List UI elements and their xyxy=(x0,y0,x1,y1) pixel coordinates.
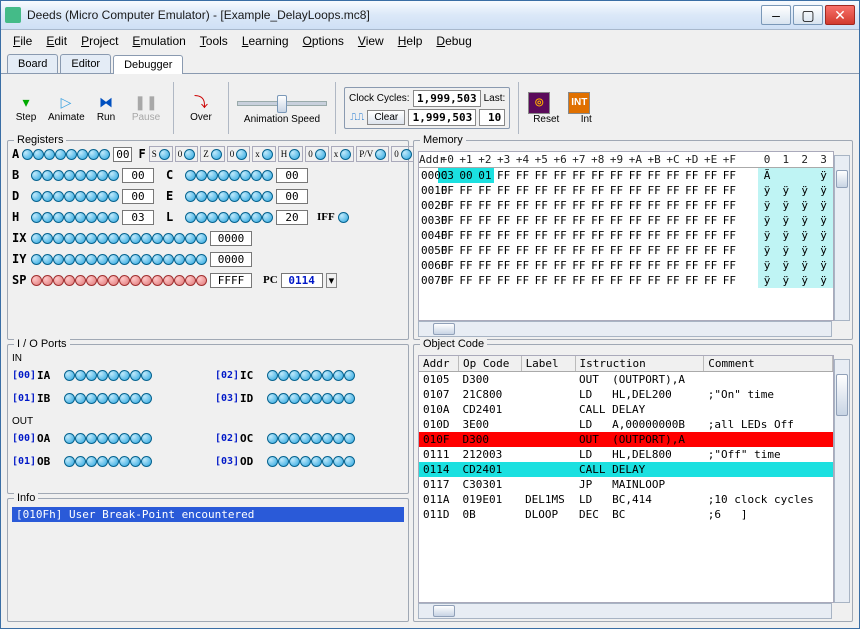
sp-value[interactable]: FFFF xyxy=(210,273,252,288)
pc-value[interactable]: 0114 xyxy=(281,273,323,288)
menu-options[interactable]: Options xyxy=(297,32,350,50)
menu-learning[interactable]: Learning xyxy=(236,32,295,50)
code-row[interactable]: 0111212003LD HL,DEL800;"Off" time xyxy=(419,447,833,462)
object-code-panel: Object Code AddrOp CodeLabelIstructionCo… xyxy=(413,344,853,622)
minimize-button[interactable]: – xyxy=(761,5,791,25)
menu-edit[interactable]: Edit xyxy=(40,32,73,50)
animate-button[interactable]: ▷Animate xyxy=(47,91,85,126)
code-row[interactable]: 011D0BDLOOPDEC BC;6 ] xyxy=(419,507,833,522)
tabbar: BoardEditorDebugger xyxy=(1,52,859,73)
io-port-row: [01] OB xyxy=(12,451,201,471)
memory-vscroll[interactable] xyxy=(834,155,850,321)
io-port-row: [00] IA xyxy=(12,365,201,385)
run-button[interactable]: ⧓Run xyxy=(87,91,125,126)
info-panel: Info [010Fh] User Break-Point encountere… xyxy=(7,498,409,622)
reg-B-value[interactable]: 00 xyxy=(122,168,154,183)
code-row[interactable]: 0114CD2401CALL DELAY xyxy=(419,462,833,477)
memory-hscroll[interactable] xyxy=(418,321,832,337)
io-port-row: [00] OA xyxy=(12,428,201,448)
code-row[interactable]: 010FD300OUT (OUTPORT),A xyxy=(419,432,833,447)
menu-debug[interactable]: Debug xyxy=(430,32,477,50)
memory-table[interactable]: Addr+0+1+2+3+4+5+6+7+8+9+A+B+C+D+E+F0123… xyxy=(419,152,833,288)
objcode-hscroll[interactable] xyxy=(418,603,832,619)
ix-value[interactable]: 0000 xyxy=(210,231,252,246)
code-row[interactable]: 010721C800LD HL,DEL200;"On" time xyxy=(419,387,833,402)
menu-file[interactable]: File xyxy=(7,32,38,50)
tab-debugger[interactable]: Debugger xyxy=(113,55,183,74)
reg-H-value[interactable]: 03 xyxy=(122,210,154,225)
io-port-row: [01] IB xyxy=(12,388,201,408)
objcode-vscroll[interactable] xyxy=(834,359,850,603)
reg-C-value[interactable]: 00 xyxy=(276,168,308,183)
io-port-row: [03] ID xyxy=(215,388,404,408)
close-button[interactable]: ✕ xyxy=(825,5,855,25)
menu-help[interactable]: Help xyxy=(392,32,429,50)
maximize-button[interactable]: ▢ xyxy=(793,5,823,25)
clear-cycles-button[interactable]: Clear xyxy=(367,110,405,125)
iy-value[interactable]: 0000 xyxy=(210,252,252,267)
reg-E-value[interactable]: 00 xyxy=(276,189,308,204)
waveform-icon: ⎍⎍ xyxy=(350,112,364,123)
window-title: Deeds (Micro Computer Emulator) - [Examp… xyxy=(27,8,761,22)
reg-D-value[interactable]: 00 xyxy=(122,189,154,204)
code-row[interactable]: 010D3E00LD A,00000000B;all LEDs Off xyxy=(419,417,833,432)
pause-button[interactable]: ❚❚Pause xyxy=(127,91,165,126)
reg-L-value[interactable]: 20 xyxy=(276,210,308,225)
registers-panel: Registers A00FS0Z0xH0xP/V0N0Cy0B00C00D00… xyxy=(7,140,409,340)
clock-cycles-box: Clock Cycles:1,999,503Last: ⎍⎍Clear1,999… xyxy=(344,87,510,129)
step-over-button[interactable]: ⤵Over xyxy=(182,91,220,126)
code-row[interactable]: 010ACD2401CALL DELAY xyxy=(419,402,833,417)
code-row[interactable]: 011A019E01DEL1MSLD BC,414;10 clock cycle… xyxy=(419,492,833,507)
menu-emulation[interactable]: Emulation xyxy=(126,32,191,50)
code-row[interactable]: 0105D300OUT (OUTPORT),A xyxy=(419,372,833,388)
app-icon xyxy=(5,7,21,23)
animation-speed-label: Animation Speed xyxy=(244,114,320,125)
step-count-field[interactable]: 10 xyxy=(479,109,505,126)
object-code-table[interactable]: AddrOp CodeLabelIstructionComment0105D30… xyxy=(419,356,833,522)
menu-tools[interactable]: Tools xyxy=(194,32,234,50)
menu-view[interactable]: View xyxy=(352,32,390,50)
info-message: [010Fh] User Break-Point encountered xyxy=(12,507,404,522)
tab-board[interactable]: Board xyxy=(7,54,58,73)
toolbar: ▾Step ▷Animate ⧓Run ❚❚Pause ⤵Over Animat… xyxy=(7,80,853,136)
menubar: FileEditProjectEmulationToolsLearningOpt… xyxy=(1,30,859,52)
interrupt-button[interactable]: INTInt xyxy=(567,89,605,128)
cycles-field[interactable]: 1,999,503 xyxy=(413,90,481,107)
reset-button[interactable]: ◎Reset xyxy=(527,89,565,128)
io-ports-panel: I / O Ports IN [00] IA[02] IC[01] IB[03]… xyxy=(7,344,409,494)
tab-editor[interactable]: Editor xyxy=(60,54,111,73)
memory-panel: Memory Addr+0+1+2+3+4+5+6+7+8+9+A+B+C+D+… xyxy=(413,140,853,340)
reg-A-value[interactable]: 00 xyxy=(113,147,132,162)
io-port-row: [02] OC xyxy=(215,428,404,448)
menu-project[interactable]: Project xyxy=(75,32,124,50)
last-cycles-field[interactable]: 1,999,503 xyxy=(408,109,476,126)
animation-speed-slider[interactable] xyxy=(237,92,327,112)
pc-dropdown-icon[interactable]: ▾ xyxy=(326,273,338,288)
app-window: Deeds (Micro Computer Emulator) - [Examp… xyxy=(0,0,860,629)
io-port-row: [02] IC xyxy=(215,365,404,385)
step-button[interactable]: ▾Step xyxy=(7,91,45,126)
io-port-row: [03] OD xyxy=(215,451,404,471)
code-row[interactable]: 0117C30301JP MAINLOOP xyxy=(419,477,833,492)
titlebar: Deeds (Micro Computer Emulator) - [Examp… xyxy=(1,1,859,30)
